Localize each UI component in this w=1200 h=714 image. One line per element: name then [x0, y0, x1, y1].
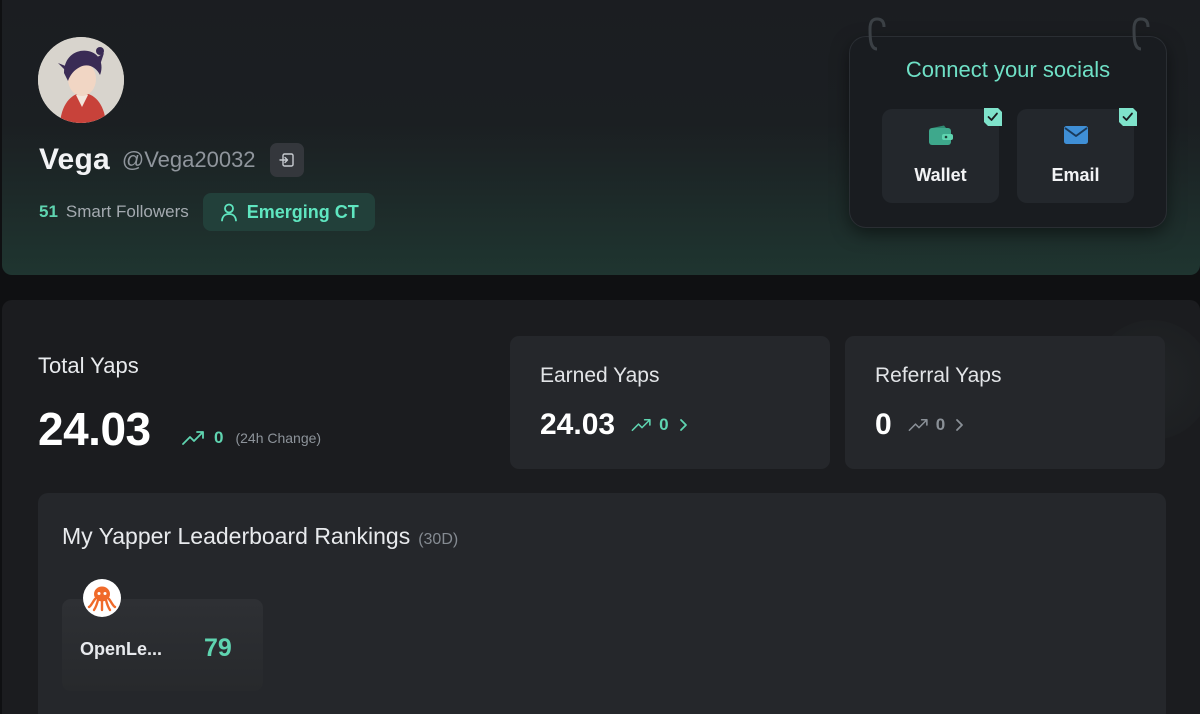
ranking-card[interactable]: OpenLe... 79 — [62, 579, 263, 691]
profile-header: Vega @Vega20032 51 Smart Followers Emerg… — [2, 0, 1200, 275]
referral-yaps-value: 0 — [875, 408, 892, 441]
badge-label: Emerging CT — [246, 201, 359, 222]
referral-yaps-title: Referral Yaps — [875, 364, 1002, 387]
avatar[interactable] — [38, 37, 124, 123]
logout-button[interactable] — [269, 143, 304, 177]
earned-yaps-value: 24.03 — [540, 408, 616, 441]
smart-followers-label: Smart Followers — [65, 202, 189, 221]
earned-yaps-change: 0 — [631, 415, 669, 435]
avatar-illustration-icon — [38, 37, 124, 123]
earned-yaps-title: Earned Yaps — [540, 364, 660, 387]
referral-change-value: 0 — [935, 415, 946, 434]
total-yaps-title: Total Yaps — [38, 353, 139, 378]
trending-up-icon — [908, 418, 928, 432]
wallet-icon — [928, 125, 953, 145]
check-icon — [984, 108, 1002, 126]
wallet-label: Wallet — [914, 165, 967, 185]
referral-chevron-right-icon[interactable] — [955, 418, 965, 432]
name-row: Vega @Vega20032 — [39, 143, 304, 177]
connect-email-button[interactable]: Email — [1017, 108, 1137, 203]
ranking-project-name: OpenLe... — [80, 639, 163, 659]
yaps-stats-panel: Total Yaps 24.03 0 (24h Change) Earned Y… — [2, 300, 1200, 714]
ranking-score: 79 — [204, 634, 232, 662]
total-change-value: 0 — [214, 428, 224, 447]
logout-icon — [278, 153, 294, 167]
check-icon — [1119, 108, 1137, 126]
email-label: Email — [1051, 165, 1100, 185]
total-change-label: (24h Change) — [235, 430, 322, 446]
rankings-title: My Yapper Leaderboard Rankings (30D) — [62, 523, 458, 550]
rankings-period: (30D) — [418, 531, 459, 548]
earned-change-value: 0 — [659, 415, 669, 434]
connect-socials-card: Connect your socials Wallet Email — [850, 17, 1166, 227]
profile-handle: @Vega20032 — [121, 147, 256, 172]
user-icon — [220, 203, 237, 222]
followers-row: 51 Smart Followers Emerging CT — [39, 193, 375, 231]
total-yaps-value: 24.03 — [38, 403, 151, 455]
smart-followers-count: 51 — [39, 202, 58, 221]
referral-yaps-card[interactable]: Referral Yaps 0 0 — [845, 336, 1165, 469]
trending-up-icon — [631, 418, 651, 432]
connect-socials-title: Connect your socials — [905, 57, 1111, 82]
leaderboard-rankings-panel: My Yapper Leaderboard Rankings (30D) Ope… — [38, 493, 1166, 714]
mail-icon — [1063, 126, 1088, 144]
referral-yaps-change: 0 — [908, 415, 945, 435]
octopus-logo-icon — [83, 579, 121, 617]
rankings-heading: My Yapper Leaderboard Rankings — [62, 523, 411, 549]
binder-ring-icon — [1132, 17, 1150, 51]
binder-ring-icon — [868, 17, 886, 51]
connect-wallet-button[interactable]: Wallet — [882, 108, 1002, 203]
earned-chevron-right-icon[interactable] — [679, 418, 689, 432]
total-yaps-change: 0 (24h Change) — [182, 428, 321, 448]
status-badge: Emerging CT — [202, 193, 375, 231]
profile-name: Vega — [39, 143, 110, 176]
trending-up-icon — [182, 431, 204, 445]
earned-yaps-card[interactable]: Earned Yaps 24.03 0 — [510, 336, 830, 469]
